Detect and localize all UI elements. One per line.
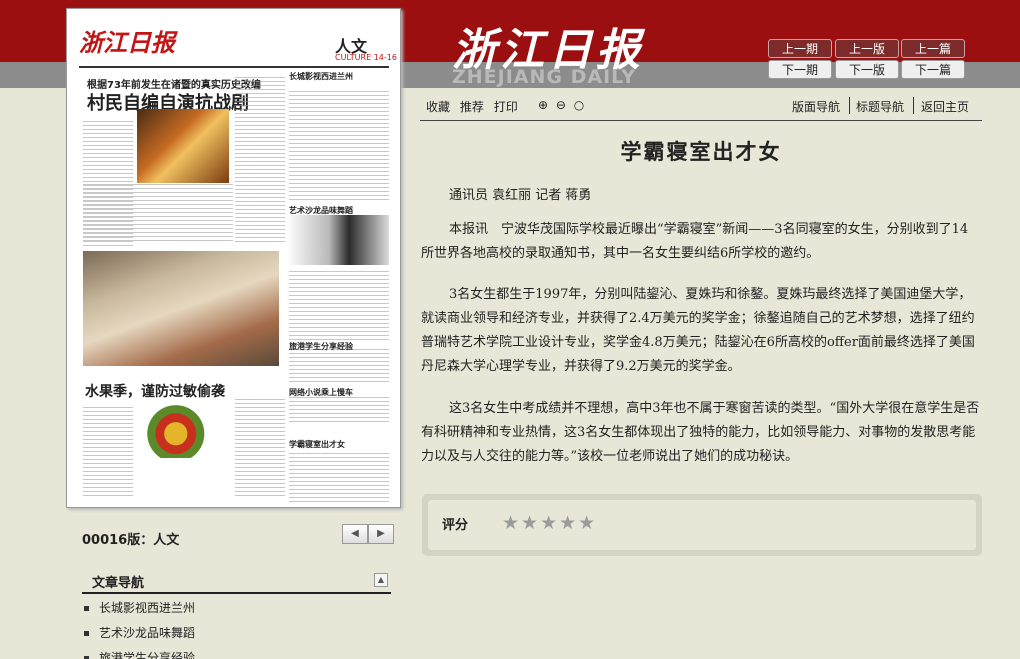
- photo-fruit: [139, 404, 231, 458]
- paper-text-block: [289, 453, 389, 505]
- paper-text-block: [289, 397, 389, 425]
- page-label: 00016版：人文: [82, 533, 180, 548]
- paper-text-block: [83, 407, 133, 499]
- paper-text-block: [289, 349, 389, 385]
- article-nav-title: 文章导航: [92, 576, 145, 591]
- recommend-link[interactable]: 推荐: [460, 100, 484, 114]
- paper-col-head: 旅港学生分享经验: [289, 342, 353, 351]
- next-issue-button[interactable]: 下一期: [768, 60, 832, 79]
- toolbar-separator: [849, 97, 850, 114]
- paper-text-block: [289, 91, 389, 203]
- article-toolbar: 收藏 推荐 打印: [426, 98, 524, 115]
- paper-masthead: 浙江日报: [79, 28, 175, 57]
- next-article-button[interactable]: 下一篇: [901, 60, 965, 79]
- paper-section-en: CULTURE 14-16: [335, 53, 397, 62]
- paper-col-head: 学霸寝室出才女: [289, 440, 345, 449]
- zoom-reset-icon[interactable]: ○: [574, 98, 584, 112]
- favorite-link[interactable]: 收藏: [426, 100, 450, 114]
- bullet-icon: [84, 631, 89, 636]
- article-nav-item[interactable]: 艺术沙龙品味舞蹈: [84, 623, 195, 648]
- paper-headline-fruit[interactable]: 水果季，谨防过敏偷袭: [85, 381, 225, 401]
- article-title: 学霸寝室出才女: [620, 140, 782, 164]
- collapse-icon[interactable]: ▲: [374, 573, 388, 587]
- photo-dance: [289, 215, 389, 265]
- paper-text-block: [235, 77, 285, 245]
- prev-article-button[interactable]: 上一篇: [901, 39, 965, 58]
- paper-text-block: [235, 399, 285, 499]
- rating-label: 评分: [442, 518, 469, 533]
- home-link[interactable]: 返回主页: [921, 98, 969, 115]
- toolbar-separator: [913, 97, 914, 114]
- article-paragraph: 本报讯 宁波华茂国际学校最近曝出“学霸寝室”新闻——3名同寝室的女生，分别收到了…: [421, 222, 969, 261]
- print-link[interactable]: 打印: [494, 100, 518, 114]
- article-paragraph: 3名女生都生于1997年，分别叫陆鋆沁、夏姝玙和徐鏊。夏姝玙最终选择了美国迪堡大…: [421, 287, 975, 374]
- toolbar-rule: [420, 120, 982, 121]
- zoom-controls: ⊕ ⊖ ○: [538, 98, 588, 112]
- paper-rule: [79, 66, 389, 68]
- prev-issue-button[interactable]: 上一期: [768, 39, 832, 58]
- zoom-out-icon[interactable]: ⊖: [556, 98, 566, 112]
- article-byline: 通讯员 袁红丽 记者 蒋勇: [449, 188, 592, 203]
- article-nav-item[interactable]: 旅港学生分享经验: [84, 648, 195, 659]
- paper-text-block: [289, 271, 389, 341]
- paper-col-head: 网络小说乘上慢车: [289, 388, 353, 397]
- article-nav-item[interactable]: 长城影视西进兰州: [84, 598, 195, 623]
- site-logo-en: ZHEJIANG DAILY: [452, 66, 637, 88]
- newspaper-page-image[interactable]: 浙江日报 人文 CULTURE 14-16 根据73年前发生在诸暨的真实历史改编…: [66, 8, 401, 508]
- next-page-button[interactable]: 下一版: [835, 60, 899, 79]
- rating-stars-icon[interactable]: ★★★★★: [502, 512, 597, 534]
- photo-stage-play: [137, 109, 229, 183]
- article-paragraph: 这3名女生中考成绩并不理想，高中3年也不属于寒窗苦读的类型。“国外大学很在意学生…: [421, 401, 980, 464]
- photo-classroom: [83, 251, 279, 366]
- bullet-icon: [84, 606, 89, 611]
- layout-nav-link[interactable]: 版面导航: [792, 98, 840, 115]
- article-nav-rule: [82, 592, 391, 594]
- arrow-left-icon[interactable]: ◀: [342, 524, 368, 544]
- article-nav-list: 长城影视西进兰州 艺术沙龙品味舞蹈 旅港学生分享经验: [84, 598, 195, 659]
- zoom-in-icon[interactable]: ⊕: [538, 98, 548, 112]
- prev-page-button[interactable]: 上一版: [835, 39, 899, 58]
- title-nav-link[interactable]: 标题导航: [856, 98, 904, 115]
- paper-text-block: [83, 184, 233, 244]
- arrow-right-icon[interactable]: ▶: [368, 524, 394, 544]
- paper-col-head: 长城影视西进兰州: [289, 72, 353, 81]
